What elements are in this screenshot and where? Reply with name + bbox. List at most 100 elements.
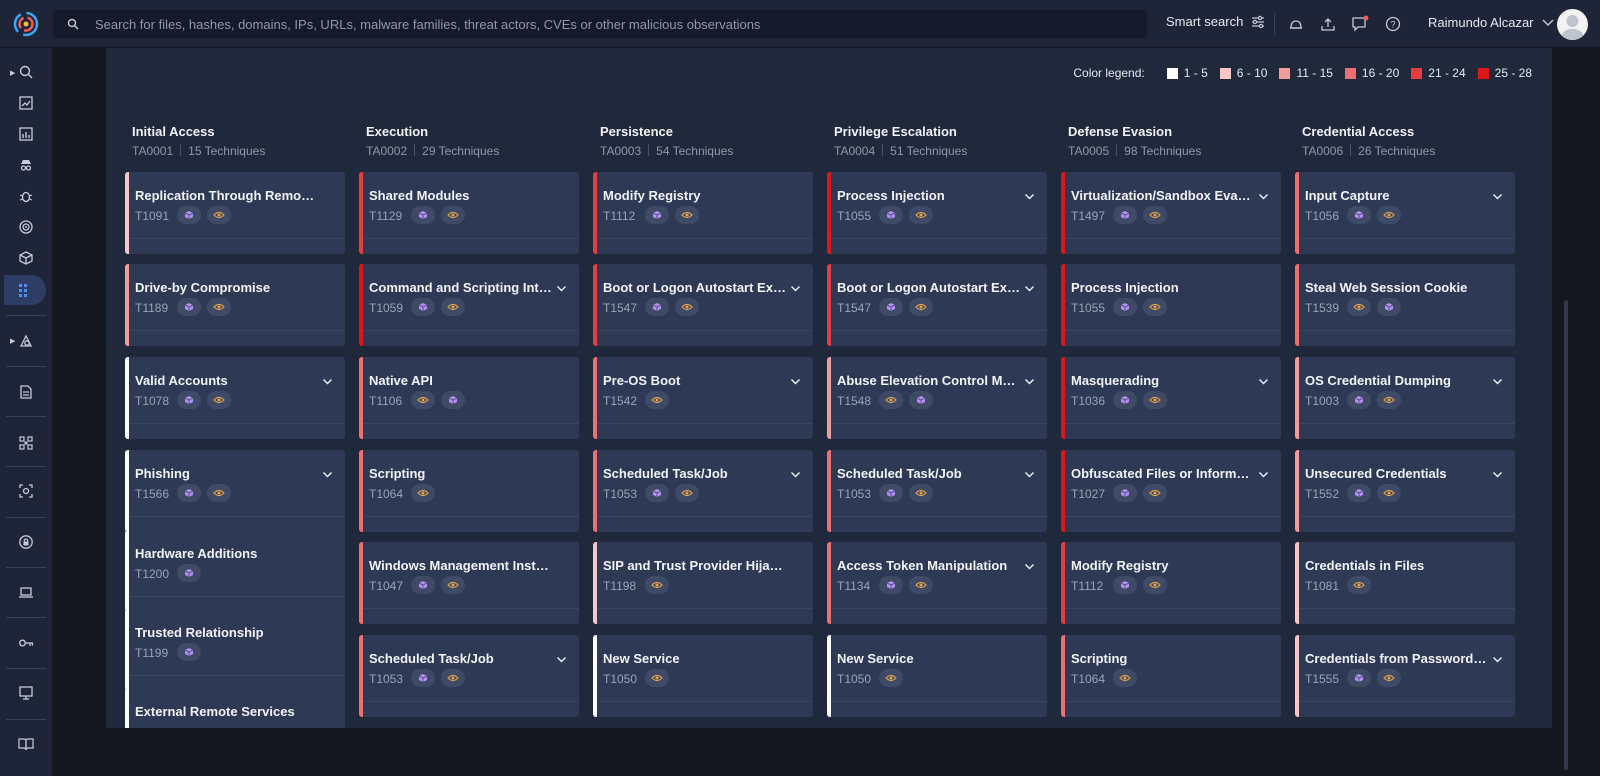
- eye-icon[interactable]: [411, 484, 435, 502]
- eye-icon[interactable]: [441, 206, 465, 224]
- cube-icon[interactable]: [411, 576, 435, 594]
- chevron-down-icon[interactable]: [1492, 652, 1503, 663]
- chevron-down-icon[interactable]: [790, 281, 801, 292]
- eye-icon[interactable]: [675, 484, 699, 502]
- tactic-title[interactable]: Initial Access: [132, 124, 215, 139]
- technique-card[interactable]: Process Injection T1055: [827, 172, 1047, 254]
- tactic-title[interactable]: Execution: [366, 124, 428, 139]
- technique-card[interactable]: Modify Registry T1112: [593, 172, 813, 254]
- cube-icon[interactable]: [1113, 391, 1137, 409]
- cube-icon[interactable]: [879, 206, 903, 224]
- cube-icon[interactable]: [645, 484, 669, 502]
- chevron-down-icon[interactable]: [1024, 189, 1035, 200]
- eye-icon[interactable]: [207, 206, 231, 224]
- cube-icon[interactable]: [1347, 206, 1371, 224]
- eye-icon[interactable]: [1143, 298, 1167, 316]
- tactic-title[interactable]: Privilege Escalation: [834, 124, 957, 139]
- sidebar-item-network[interactable]: [0, 429, 52, 457]
- eye-icon[interactable]: [1377, 669, 1401, 687]
- technique-card[interactable]: Valid Accounts T1078: [125, 357, 345, 439]
- chevron-down-icon[interactable]: [790, 374, 801, 385]
- technique-card[interactable]: Native API T1106: [359, 357, 579, 439]
- eye-icon[interactable]: [207, 298, 231, 316]
- sidebar-item-scan[interactable]: [0, 477, 52, 505]
- eye-icon[interactable]: [1377, 206, 1401, 224]
- eye-icon[interactable]: [909, 206, 933, 224]
- sidebar-item-security[interactable]: [0, 528, 52, 556]
- cube-icon[interactable]: [1347, 391, 1371, 409]
- technique-card[interactable]: Abuse Elevation Control Mech... T1548: [827, 357, 1047, 439]
- technique-card[interactable]: Obfuscated Files or Information T1027: [1061, 450, 1281, 532]
- cube-icon[interactable]: [645, 206, 669, 224]
- eye-icon[interactable]: [1347, 576, 1371, 594]
- chevron-down-icon[interactable]: [1258, 374, 1269, 385]
- technique-card[interactable]: Scheduled Task/Job T1053: [827, 450, 1047, 532]
- sidebar-item-devices[interactable]: [0, 578, 52, 606]
- cube-icon[interactable]: [1113, 484, 1137, 502]
- cube-icon[interactable]: [441, 391, 465, 409]
- sidebar-item-monitor[interactable]: [0, 679, 52, 707]
- cube-icon[interactable]: [1377, 298, 1401, 316]
- cube-icon[interactable]: [1347, 484, 1371, 502]
- technique-card[interactable]: Credentials from Password St... T1555: [1295, 635, 1515, 717]
- eye-icon[interactable]: [879, 669, 903, 687]
- eye-icon[interactable]: [879, 391, 903, 409]
- cube-icon[interactable]: [177, 643, 201, 661]
- sidebar-item-keys[interactable]: [0, 629, 52, 657]
- message-icon[interactable]: [1350, 14, 1370, 34]
- eye-icon[interactable]: [645, 669, 669, 687]
- eye-icon[interactable]: [909, 484, 933, 502]
- technique-card[interactable]: Access Token Manipulation T1134: [827, 542, 1047, 624]
- technique-card[interactable]: Input Capture T1056: [1295, 172, 1515, 254]
- cube-icon[interactable]: [645, 298, 669, 316]
- tactic-title[interactable]: Persistence: [600, 124, 673, 139]
- sidebar-item-search[interactable]: [0, 58, 52, 86]
- technique-card[interactable]: Trusted Relationship T1199: [125, 609, 345, 691]
- technique-card[interactable]: New Service T1050: [827, 635, 1047, 717]
- cube-icon[interactable]: [879, 576, 903, 594]
- chevron-down-icon[interactable]: [322, 467, 333, 478]
- technique-card[interactable]: Boot or Logon Autostart Exec... T1547: [593, 264, 813, 346]
- eye-icon[interactable]: [207, 484, 231, 502]
- global-search[interactable]: [53, 10, 1147, 38]
- app-logo-icon[interactable]: [0, 0, 52, 48]
- chevron-down-icon[interactable]: [1024, 281, 1035, 292]
- technique-card[interactable]: Shared Modules T1129: [359, 172, 579, 254]
- technique-card[interactable]: Pre-OS Boot T1542: [593, 357, 813, 439]
- technique-card[interactable]: Scheduled Task/Job T1053: [593, 450, 813, 532]
- avatar[interactable]: [1557, 9, 1588, 40]
- eye-icon[interactable]: [207, 391, 231, 409]
- eye-icon[interactable]: [441, 298, 465, 316]
- sidebar-item-targets[interactable]: [0, 213, 52, 241]
- cube-icon[interactable]: [411, 669, 435, 687]
- eye-icon[interactable]: [909, 576, 933, 594]
- search-input[interactable]: [95, 16, 1135, 32]
- chevron-down-icon[interactable]: [1258, 189, 1269, 200]
- sidebar-item-malware[interactable]: [0, 182, 52, 210]
- technique-card[interactable]: Drive-by Compromise T1189: [125, 264, 345, 346]
- eye-icon[interactable]: [675, 206, 699, 224]
- technique-card[interactable]: SIP and Trust Provider Hijacking T1198: [593, 542, 813, 624]
- smart-search-button[interactable]: Smart search: [1166, 14, 1265, 29]
- technique-card[interactable]: Unsecured Credentials T1552: [1295, 450, 1515, 532]
- chevron-down-icon[interactable]: [790, 467, 801, 478]
- chevron-down-icon[interactable]: [1024, 559, 1035, 570]
- eye-icon[interactable]: [1143, 576, 1167, 594]
- cube-icon[interactable]: [177, 206, 201, 224]
- eye-icon[interactable]: [441, 669, 465, 687]
- cube-icon[interactable]: [411, 206, 435, 224]
- technique-card[interactable]: New Service T1050: [593, 635, 813, 717]
- eye-icon[interactable]: [1143, 206, 1167, 224]
- tactic-title[interactable]: Defense Evasion: [1068, 124, 1172, 139]
- technique-card[interactable]: Modify Registry T1112: [1061, 542, 1281, 624]
- sidebar-item-spy[interactable]: [0, 151, 52, 179]
- sidebar-item-docs[interactable]: [0, 730, 52, 758]
- technique-card[interactable]: OS Credential Dumping T1003: [1295, 357, 1515, 439]
- eye-icon[interactable]: [1113, 669, 1137, 687]
- eye-icon[interactable]: [909, 298, 933, 316]
- user-menu[interactable]: Raimundo Alcazar: [1428, 15, 1554, 30]
- bell-icon[interactable]: [1286, 14, 1306, 34]
- cube-icon[interactable]: [177, 298, 201, 316]
- eye-icon[interactable]: [1143, 391, 1167, 409]
- sidebar-item-analytics[interactable]: [0, 120, 52, 148]
